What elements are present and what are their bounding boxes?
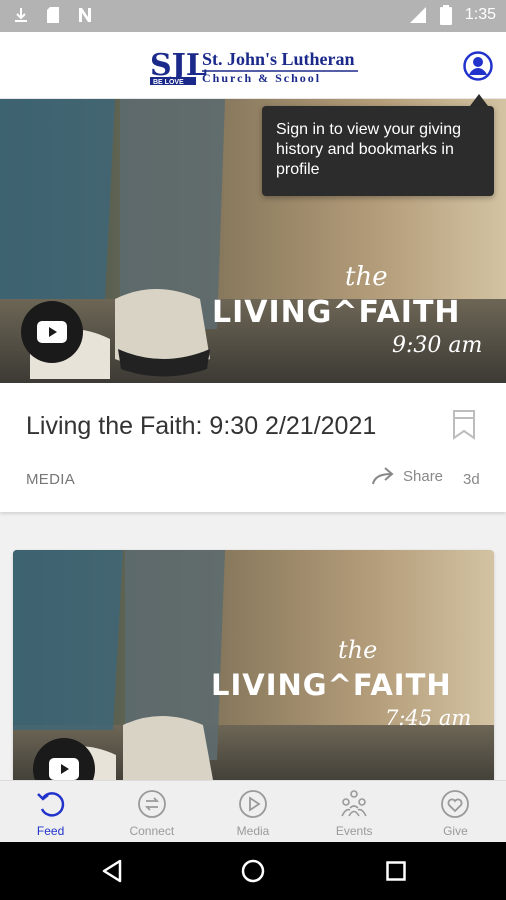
- feed-list[interactable]: the LIVING^FAITH 9:30 am Living the Fait…: [0, 99, 506, 780]
- recents-icon[interactable]: [386, 861, 406, 881]
- thumbnail-title-text: LIVING^FAITH: [211, 668, 452, 702]
- sd-card-icon: [44, 6, 62, 24]
- share-button[interactable]: Share: [371, 467, 443, 485]
- profile-button[interactable]: [463, 51, 493, 81]
- feed-icon: [36, 792, 64, 817]
- share-label: Share: [403, 467, 444, 485]
- feed-item-category: MEDIA: [26, 471, 76, 488]
- nav-label: Connect: [129, 824, 175, 838]
- nav-media[interactable]: Media: [202, 781, 303, 842]
- nav-connect[interactable]: Connect: [101, 781, 202, 842]
- logo-tagline: BE LOVE: [153, 79, 184, 86]
- thumbnail-word-small: the: [338, 636, 378, 664]
- nav-events[interactable]: Events: [304, 781, 405, 842]
- nav-label: Give: [443, 824, 468, 838]
- back-icon[interactable]: [100, 859, 124, 883]
- battery-icon: [437, 5, 455, 25]
- thumbnail-time: 7:45 am: [385, 706, 472, 730]
- events-icon: [341, 790, 367, 817]
- signal-icon: [409, 6, 427, 24]
- share-arrow-icon: [372, 467, 394, 485]
- logo-line1: St. John's Lutheran: [202, 49, 355, 69]
- youtube-icon: [21, 301, 83, 363]
- nav-label: Feed: [36, 824, 65, 838]
- connect-icon: [137, 790, 166, 818]
- nav-feed[interactable]: Feed: [0, 781, 101, 842]
- thumbnail-word-small: the: [345, 262, 388, 292]
- sign-in-tooltip[interactable]: Sign in to view your giving history and …: [262, 106, 494, 196]
- nav-label: Events: [335, 824, 373, 838]
- thumbnail-title-text: LIVING^FAITH: [212, 295, 461, 330]
- media-icon: [239, 790, 267, 818]
- n-app-icon: [76, 6, 94, 24]
- status-bar: 1:35: [0, 0, 506, 32]
- home-icon[interactable]: [241, 859, 265, 883]
- church-logo: SJL BE LOVE St. John's Lutheran Church &…: [150, 48, 358, 86]
- app-screen: 1:35 SJL BE LOVE St. John's Lutheran Chu…: [0, 0, 506, 900]
- bookmark-icon[interactable]: [451, 409, 477, 441]
- bottom-nav: Feed Connect Media Events Give: [0, 780, 506, 842]
- system-nav-bar: [0, 842, 506, 900]
- logo-line2: Church & School: [202, 71, 321, 85]
- thumbnail-time: 9:30 am: [392, 333, 483, 358]
- download-icon: [12, 6, 30, 24]
- status-time: 1:35: [464, 6, 496, 23]
- feed-item-age: 3d: [463, 471, 480, 488]
- give-icon: [441, 790, 470, 818]
- feed-card[interactable]: the LIVING^FAITH 7:45 am: [13, 550, 494, 780]
- app-header: SJL BE LOVE St. John's Lutheran Church &…: [0, 32, 506, 99]
- nav-give[interactable]: Give: [405, 781, 506, 842]
- nav-label: Media: [236, 824, 270, 838]
- tooltip-arrow: [470, 94, 488, 106]
- feed-item-title[interactable]: Living the Faith: 9:30 2/21/2021: [26, 412, 376, 441]
